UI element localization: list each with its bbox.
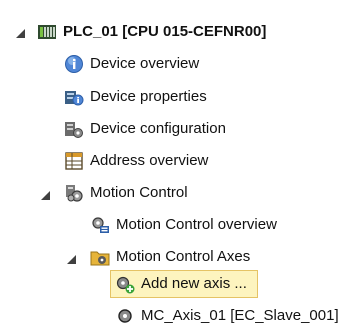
tree-item-label: Address overview — [90, 152, 209, 169]
tree-item-label: PLC_01 [CPU 015-CEFNR00] — [63, 23, 267, 40]
motion-overview-icon — [90, 215, 110, 235]
project-tree: PLC_01 [CPU 015-CEFNR00] Device overview — [0, 0, 341, 332]
expand-toggle-plc[interactable] — [15, 28, 25, 38]
tree-item-label: MC_Axis_01 [EC_Slave_001] — [141, 307, 339, 324]
motion-gears-icon — [64, 183, 84, 203]
address-table-icon — [64, 151, 84, 171]
properties-icon — [64, 87, 84, 107]
add-axis-icon — [115, 274, 135, 294]
tree-item-label: Motion Control Axes — [116, 248, 251, 265]
expand-toggle-motion-control-axes[interactable] — [66, 254, 76, 264]
info-globe-icon — [64, 54, 84, 74]
axes-folder-icon — [90, 247, 110, 267]
tree-item-label: Device overview — [90, 55, 200, 72]
tree-item-address-overview[interactable]: Address overview — [64, 149, 208, 173]
tree-item-motion-control-axes[interactable]: Motion Control Axes — [90, 245, 250, 269]
tree-item-motion-control[interactable]: Motion Control — [64, 181, 188, 205]
tree-item-plc[interactable]: PLC_01 [CPU 015-CEFNR00] — [37, 20, 266, 44]
tree-item-label: Device configuration — [90, 120, 226, 137]
tree-item-device-overview[interactable]: Device overview — [64, 52, 199, 76]
tree-item-mc-axis-01[interactable]: MC_Axis_01 [EC_Slave_001] — [115, 304, 339, 328]
axis-icon — [115, 306, 135, 326]
tree-item-label: Device properties — [90, 88, 207, 105]
plc-device-icon — [37, 22, 57, 42]
tree-item-label: Motion Control overview — [116, 216, 277, 233]
configuration-icon — [64, 119, 84, 139]
expand-toggle-motion-control[interactable] — [40, 190, 50, 200]
tree-item-device-properties[interactable]: Device properties — [64, 85, 207, 109]
tree-item-motion-control-overview[interactable]: Motion Control overview — [90, 213, 277, 237]
tree-item-label: Motion Control — [90, 184, 188, 201]
tree-item-add-new-axis[interactable]: Add new axis ... — [110, 270, 258, 298]
tree-item-label: Add new axis ... — [141, 275, 247, 292]
tree-item-device-configuration[interactable]: Device configuration — [64, 117, 226, 141]
